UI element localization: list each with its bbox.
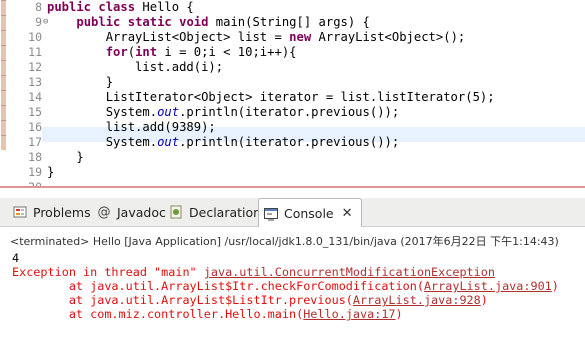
code-token: ListIterator<Object> iterator = list.lis… bbox=[47, 90, 495, 104]
declaration-icon bbox=[168, 204, 184, 220]
stack-prefix: at java.util.ArrayList$ListItr.previous( bbox=[12, 293, 353, 307]
keyword-token: for bbox=[105, 45, 128, 59]
code-token: list.add(9389); bbox=[47, 120, 216, 134]
code-line[interactable]: public class Hello { bbox=[47, 0, 194, 15]
line-number: 12 bbox=[28, 60, 42, 74]
code-token: ArrayList<Object> list = bbox=[47, 30, 290, 44]
code-line[interactable]: public static void main(String[] args) { bbox=[47, 15, 370, 30]
keyword-token: int bbox=[135, 45, 165, 59]
stack-prefix: at java.util.ArrayList$Itr.checkForComod… bbox=[12, 279, 424, 293]
line-number: 17 bbox=[28, 135, 42, 149]
stack-trace-line: at com.miz.controller.Hello.main(Hello.j… bbox=[12, 307, 403, 322]
line-number: 8 bbox=[35, 0, 42, 14]
code-token: ( bbox=[127, 45, 136, 59]
line-number: 16 bbox=[28, 120, 42, 134]
stack-suffix: ) bbox=[395, 307, 403, 321]
code-token: i = 0;i < 10;i++){ bbox=[164, 45, 297, 59]
tab-label: Problems bbox=[33, 204, 91, 220]
line-number: 11 bbox=[28, 45, 42, 59]
change-indicator-strip bbox=[1, 0, 6, 186]
field-token: out bbox=[157, 105, 180, 119]
exception-prefix: Exception in thread "main" bbox=[12, 265, 204, 279]
output-value: 4 bbox=[12, 251, 20, 265]
console-output[interactable]: <terminated> Hello [Java Application] /u… bbox=[0, 227, 585, 353]
keyword-token: void bbox=[179, 15, 216, 29]
code-line[interactable]: } bbox=[47, 165, 54, 180]
keyword-token: public bbox=[76, 15, 128, 29]
code-line[interactable]: list.add(9389); bbox=[47, 120, 216, 135]
code-line[interactable]: System.out.println(iterator.previous()); bbox=[47, 105, 400, 120]
stack-prefix: at com.miz.controller.Hello.main( bbox=[12, 307, 304, 321]
code-token: ArrayList<Object>(); bbox=[318, 30, 466, 44]
stack-suffix: ) bbox=[551, 279, 559, 293]
tab-declaration[interactable]: Declaration bbox=[168, 198, 261, 226]
line-number: 9 bbox=[35, 15, 42, 29]
line-number: 13 bbox=[28, 75, 42, 89]
stack-trace-line: at java.util.ArrayList$ListItr.previous(… bbox=[12, 293, 488, 308]
keyword-token: class bbox=[98, 0, 143, 14]
code-token: } bbox=[47, 150, 84, 164]
exception-line: Exception in thread "main" java.util.Con… bbox=[12, 265, 495, 280]
code-token: .println(iterator.previous()); bbox=[179, 135, 400, 149]
code-line[interactable]: } bbox=[47, 150, 84, 165]
tab-label: Javadoc bbox=[117, 204, 166, 220]
terminated-label: <terminated> Hello [Java Application] /u… bbox=[10, 235, 559, 248]
code-line[interactable]: System.out.println(iterator.previous()); bbox=[47, 135, 400, 150]
line-number: 14 bbox=[28, 90, 42, 104]
keyword-token: static bbox=[127, 15, 180, 29]
close-icon[interactable]: ✕ bbox=[342, 206, 353, 221]
tab-label: Declaration bbox=[189, 204, 262, 220]
tab-javadoc[interactable]: @ Javadoc bbox=[96, 198, 166, 226]
problems-icon bbox=[12, 204, 28, 220]
stack-suffix: ) bbox=[480, 293, 488, 307]
code-token: System. bbox=[47, 105, 158, 119]
console-icon bbox=[263, 206, 279, 222]
keyword-token: public bbox=[47, 0, 99, 14]
code-token: System. bbox=[47, 135, 158, 149]
code-token: .println(iterator.previous()); bbox=[179, 105, 400, 119]
exception-class-link[interactable]: java.util.ConcurrentModificationExceptio… bbox=[204, 265, 495, 279]
stack-source-link[interactable]: ArrayList.java:901 bbox=[424, 279, 552, 293]
code-line[interactable]: ArrayList<Object> list = new ArrayList<O… bbox=[47, 30, 466, 45]
line-number-gutter: 89⊖1011121314151617181920 bbox=[8, 0, 48, 186]
code-token: list.add(i); bbox=[47, 60, 224, 74]
code-line[interactable]: ListIterator<Object> iterator = list.lis… bbox=[47, 90, 495, 105]
stack-source-link[interactable]: ArrayList.java:928 bbox=[353, 293, 481, 307]
stack-trace-line: at java.util.ArrayList$Itr.checkForComod… bbox=[12, 279, 559, 294]
at-icon: @ bbox=[97, 204, 111, 220]
code-token: main(String[] args) { bbox=[215, 15, 370, 29]
view-tab-bar: Problems @ Javadoc Declaration Console ✕ bbox=[0, 198, 585, 228]
code-token: Hello { bbox=[142, 0, 194, 14]
code-editor[interactable]: 89⊖1011121314151617181920 public class H… bbox=[0, 0, 585, 186]
stack-source-link[interactable]: Hello.java:17 bbox=[303, 307, 395, 321]
code-line[interactable]: } bbox=[47, 75, 113, 90]
editor-splitter[interactable] bbox=[0, 186, 585, 188]
line-number: 18 bbox=[28, 150, 42, 164]
tab-label: Console bbox=[284, 206, 334, 221]
code-token: } bbox=[47, 165, 55, 179]
line-number: 15 bbox=[28, 105, 42, 119]
tab-console[interactable]: Console ✕ bbox=[258, 198, 362, 228]
code-line[interactable]: for(int i = 0;i < 10;i++){ bbox=[47, 45, 297, 60]
line-number: 19 bbox=[28, 165, 42, 179]
code-line[interactable]: list.add(i); bbox=[47, 60, 223, 75]
tab-problems[interactable]: Problems bbox=[12, 198, 91, 226]
line-number: 10 bbox=[28, 30, 42, 44]
field-token: out bbox=[157, 135, 180, 149]
code-token: } bbox=[47, 75, 114, 89]
keyword-token: new bbox=[289, 30, 319, 44]
